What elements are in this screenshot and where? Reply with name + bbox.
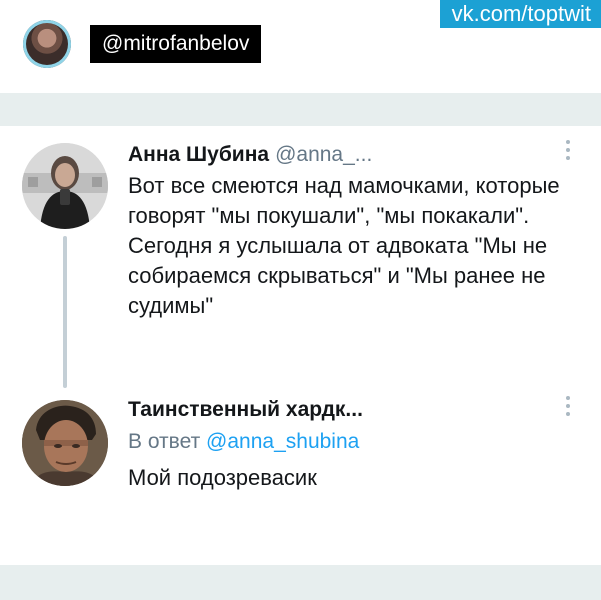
tweet-1-header: Анна Шубина @anna_... xyxy=(128,141,578,169)
tweet-2[interactable]: Таинственный хардк... В ответ @anna_shub… xyxy=(128,396,578,493)
tweet-2-author-name[interactable]: Таинственный хардк... xyxy=(128,398,363,421)
man-portrait-icon xyxy=(22,400,108,486)
reply-mention-link[interactable]: @anna_shubina xyxy=(206,430,359,453)
bottom-divider-strip xyxy=(0,565,601,600)
tweet-2-avatar[interactable] xyxy=(22,400,108,486)
more-options-icon[interactable] xyxy=(562,396,574,420)
post-header: @mitrofanbelov vk.com/toptwit xyxy=(0,0,601,93)
profile-avatar[interactable] xyxy=(23,20,71,68)
tweet-1-author-handle[interactable]: @anna_... xyxy=(275,143,372,166)
tweet-2-header: Таинственный хардк... xyxy=(128,396,578,424)
tweet-1[interactable]: Анна Шубина @anna_... Вот все смеются над… xyxy=(128,141,578,321)
author-handle-badge[interactable]: @mitrofanbelov xyxy=(90,25,262,63)
thread-connector-line xyxy=(63,236,67,388)
reply-prefix: В ответ xyxy=(128,430,201,453)
top-divider-strip xyxy=(0,93,601,126)
tweet-1-text: Вот все смеются над мамочками, которые г… xyxy=(128,173,560,318)
reply-context: В ответ @anna_shubina xyxy=(128,427,578,457)
watermark-link[interactable]: vk.com/toptwit xyxy=(439,0,601,28)
tweet-2-text: Мой подозревасик xyxy=(128,465,317,490)
more-options-icon[interactable] xyxy=(562,140,574,164)
tweet-1-avatar[interactable] xyxy=(22,143,108,229)
woman-portrait-icon xyxy=(22,143,108,229)
tweet-1-author-name[interactable]: Анна Шубина xyxy=(128,143,269,166)
